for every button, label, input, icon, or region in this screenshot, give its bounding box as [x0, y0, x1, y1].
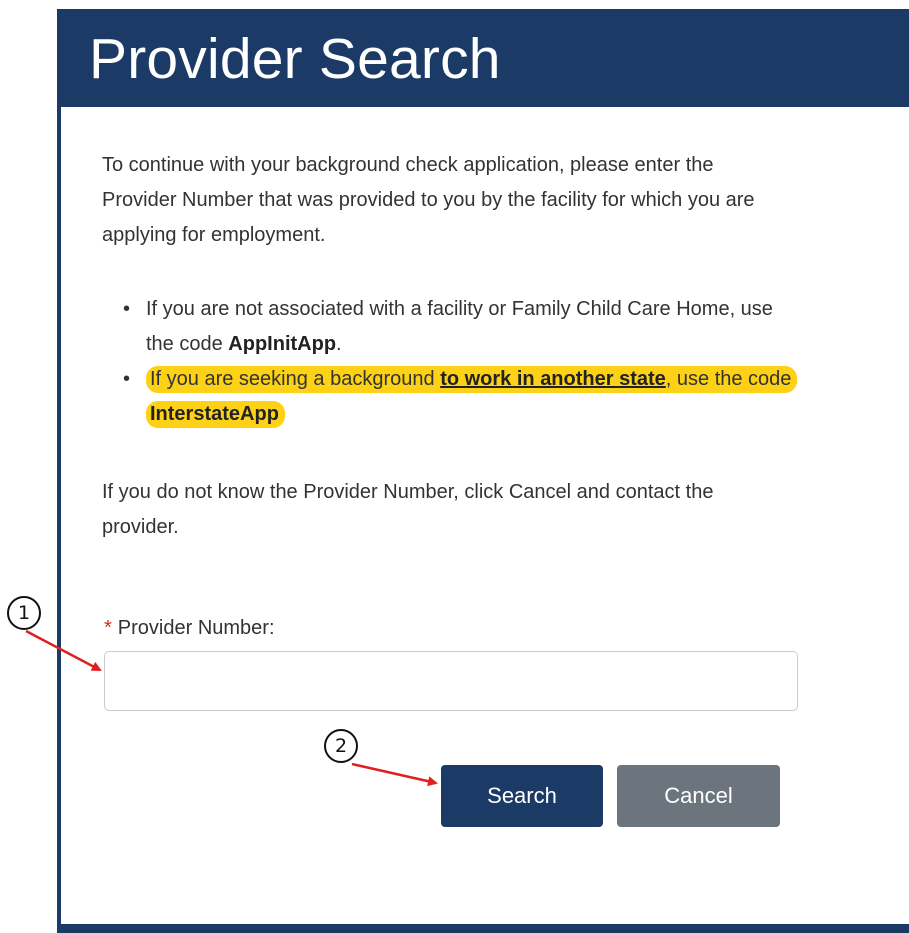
provider-number-label-text: Provider Number: — [117, 617, 275, 639]
page-title: Provider Search — [89, 27, 501, 91]
help-note: If you do not know the Provider Number, … — [102, 481, 714, 538]
provider-search-panel: Provider Search To continue with your ba… — [57, 9, 909, 933]
code-appinitapp: AppInitApp — [228, 333, 337, 355]
cancel-button[interactable]: Cancel — [617, 765, 780, 827]
code-interstateapp: InterstateApp — [150, 403, 279, 425]
required-asterisk: * — [104, 617, 112, 639]
bullet-text: If you are seeking a background — [150, 368, 441, 390]
callout-marker-2: 2 — [324, 729, 358, 763]
panel-header: Provider Search — [57, 9, 909, 107]
provider-number-label: * Provider Number: — [104, 617, 275, 640]
instructions-list: If you are not associated with a facilit… — [102, 292, 802, 432]
intro-text: To continue with your background check a… — [102, 154, 755, 246]
bullet-text-end: . — [336, 333, 342, 355]
work-in-another-state-link[interactable]: to work in another state — [440, 368, 666, 390]
list-item: If you are not associated with a facilit… — [102, 292, 802, 362]
highlight-mark: If you are seeking a background to work … — [146, 366, 798, 428]
search-button[interactable]: Search — [441, 765, 603, 827]
bullet-text-middle: , use the code — [665, 368, 792, 390]
callout-marker-1: 1 — [7, 596, 41, 630]
list-item-highlighted: If you are seeking a background to work … — [102, 362, 802, 432]
panel-bottom-border — [57, 924, 909, 933]
provider-number-input[interactable] — [104, 651, 798, 711]
